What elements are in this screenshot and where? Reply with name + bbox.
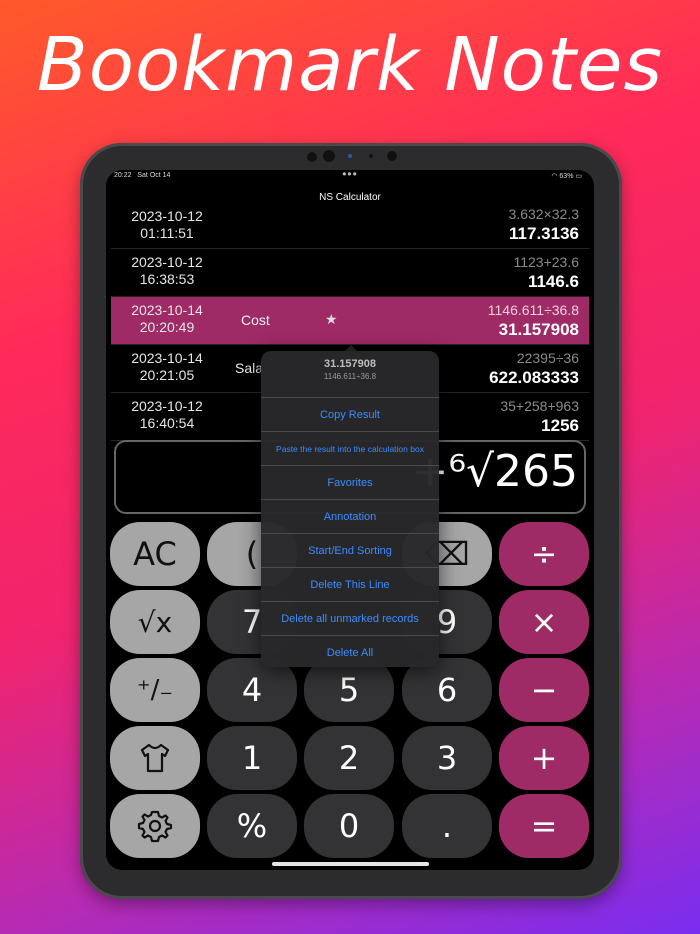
context-menu: 31.157908 1146.611÷36.8 Copy Result Past… (261, 351, 439, 667)
row-expression: 35+258+963 (500, 398, 579, 414)
ac-button[interactable]: AC (110, 522, 200, 586)
row-datetime: 2023-10-12 16:38:53 (131, 254, 203, 287)
menu-expression: 1146.611÷36.8 (323, 372, 377, 381)
three-button[interactable]: 3 (402, 726, 492, 790)
four-button[interactable]: 4 (207, 658, 297, 722)
theme-button[interactable] (110, 726, 200, 790)
menu-annotation[interactable]: Annotation (261, 500, 439, 534)
row-result: 1256 (541, 416, 579, 435)
row-result: 622.083333 (489, 368, 579, 387)
gear-icon (137, 810, 173, 843)
menu-sorting[interactable]: Start/End Sorting (261, 534, 439, 568)
home-indicator[interactable] (272, 862, 429, 866)
row-annotation: Cost (241, 312, 270, 328)
history-row[interactable]: 2023-10-12 16:38:53 1123+23.6 1146.6 (111, 249, 589, 297)
row-result: 117.3136 (509, 224, 579, 243)
one-button[interactable]: 1 (207, 726, 297, 790)
settings-button[interactable] (110, 794, 200, 858)
five-button[interactable]: 5 (304, 658, 394, 722)
zero-button[interactable]: 0 (304, 794, 394, 858)
headline: Bookmark Notes (36, 22, 664, 108)
plus-button[interactable]: + (499, 726, 589, 790)
menu-paste-result[interactable]: Paste the result into the calculation bo… (261, 432, 439, 466)
row-result: 31.157908 (498, 320, 579, 339)
app-screen: 20:22 Sat Oct 14 ◠ 63% ▭ ••• NS Calculat… (106, 170, 594, 870)
two-button[interactable]: 2 (304, 726, 394, 790)
decimal-button[interactable]: . (402, 794, 492, 858)
menu-delete-line[interactable]: Delete This Line (261, 568, 439, 602)
row-expression: 1123+23.6 (513, 254, 579, 270)
row-expression: 22395÷36 (516, 350, 579, 366)
history-row-selected[interactable]: 2023-10-14 20:20:49 Cost ★ 1146.611÷36.8 … (111, 297, 589, 345)
menu-copy-result[interactable]: Copy Result (261, 398, 439, 432)
minus-button[interactable]: − (499, 658, 589, 722)
percent-button[interactable]: % (207, 794, 297, 858)
equals-button[interactable]: = (499, 794, 589, 858)
menu-delete-unmarked[interactable]: Delete all unmarked records (261, 602, 439, 636)
multiply-button[interactable]: × (499, 590, 589, 654)
menu-delete-all[interactable]: Delete All (261, 636, 439, 667)
multitask-dots-icon[interactable]: ••• (106, 170, 594, 181)
history-row[interactable]: 2023-10-12 01:11:51 3.632×32.3 117.3136 (111, 206, 589, 249)
row-datetime: 2023-10-12 01:11:51 (131, 208, 203, 241)
shirt-icon (140, 743, 170, 773)
menu-header: 31.157908 1146.611÷36.8 (261, 351, 439, 398)
row-expression: 3.632×32.3 (508, 206, 579, 222)
divide-button[interactable]: ÷ (499, 522, 589, 586)
star-icon: ★ (325, 311, 338, 327)
row-result: 1146.6 (527, 272, 579, 291)
row-datetime: 2023-10-14 20:21:05 (131, 350, 203, 383)
six-button[interactable]: 6 (402, 658, 492, 722)
menu-favorites[interactable]: Favorites (261, 466, 439, 500)
row-datetime: 2023-10-14 20:20:49 (131, 302, 203, 335)
sqrt-button[interactable]: √x (110, 590, 200, 654)
row-datetime: 2023-10-12 16:40:54 (131, 398, 203, 431)
menu-result: 31.157908 (324, 358, 376, 370)
app-title: NS Calculator (319, 192, 381, 203)
plus-minus-button[interactable]: ⁺∕₋ (110, 658, 200, 722)
row-expression: 1146.611÷36.8 (487, 302, 579, 318)
row-annotation: Sala (235, 360, 264, 376)
